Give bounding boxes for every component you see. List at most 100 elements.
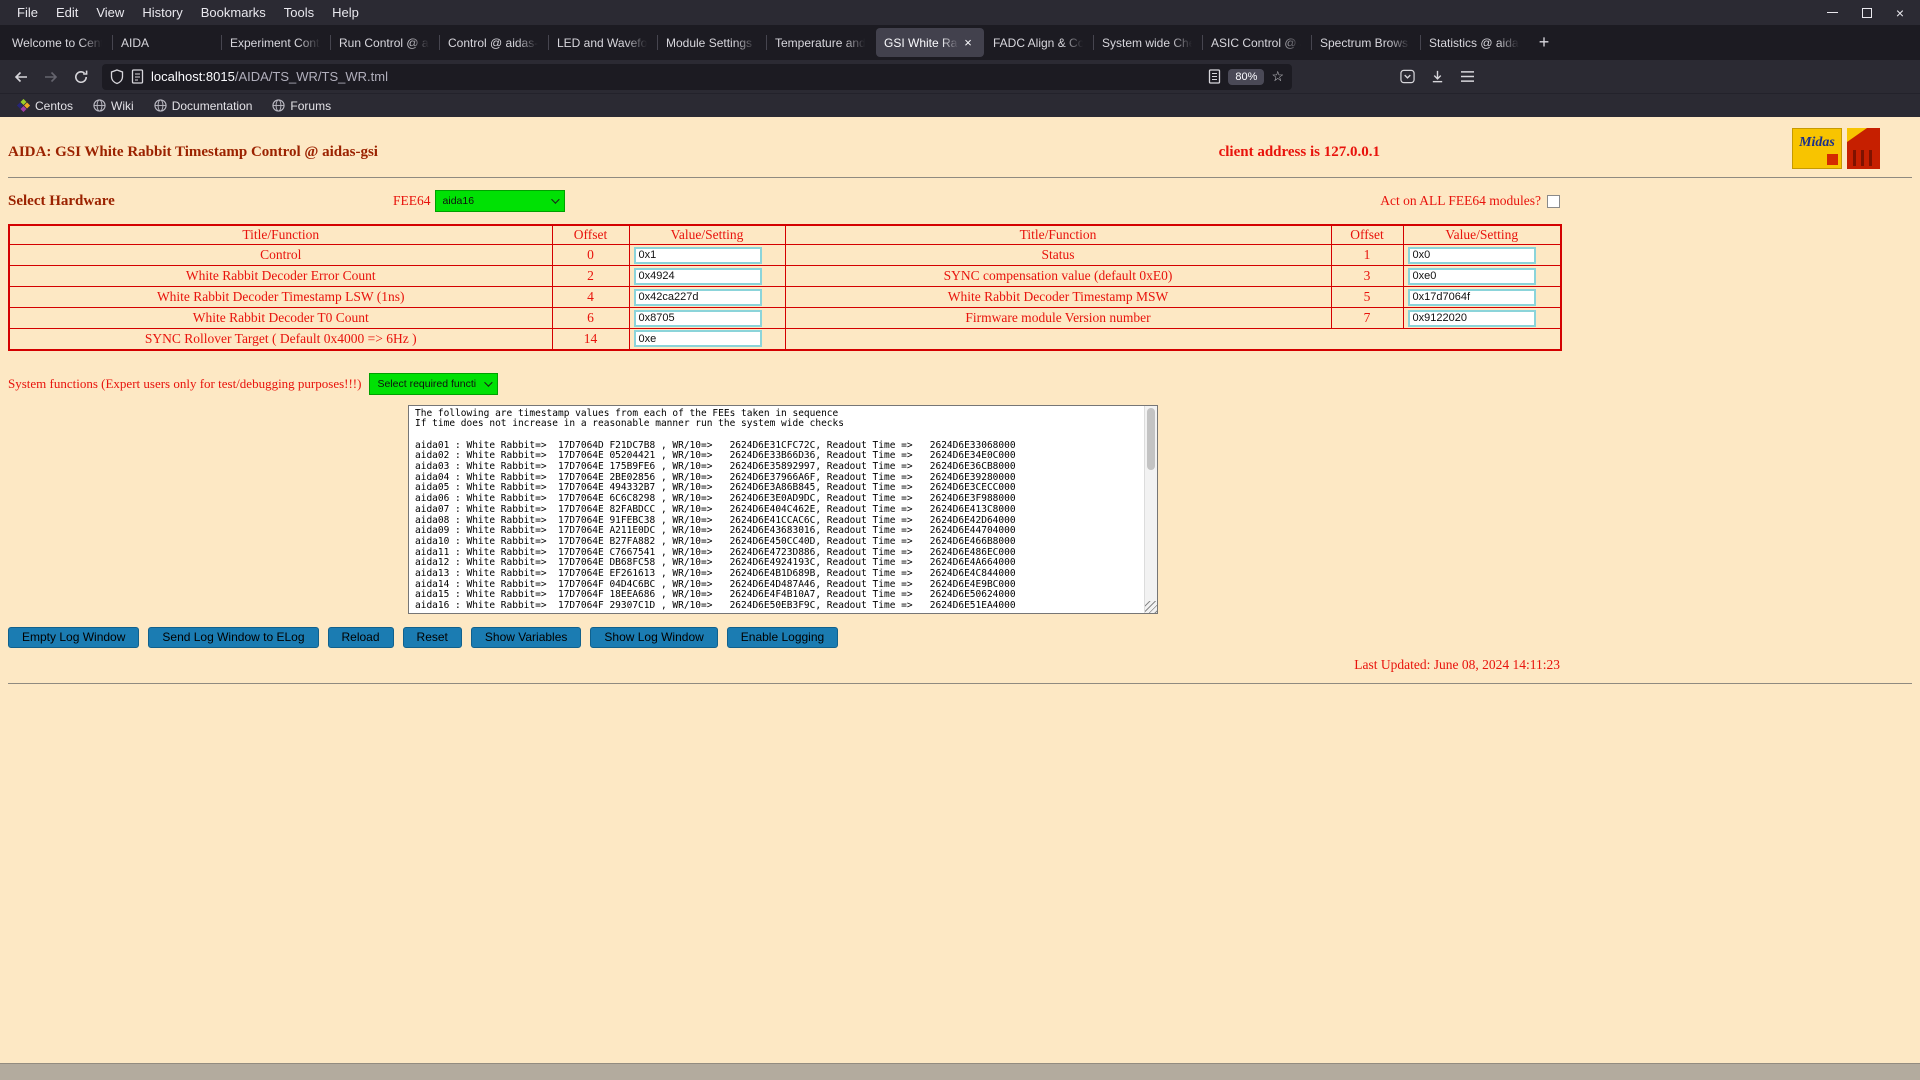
- screen: { "browser": { "menubar": ["File", "Edit…: [0, 0, 1920, 1080]
- register-value-input[interactable]: [1408, 310, 1536, 327]
- reset-button[interactable]: Reset: [403, 627, 462, 648]
- register-value-input[interactable]: [634, 289, 762, 306]
- bookmark-documentation[interactable]: Documentation: [147, 97, 260, 115]
- page-content: AIDA: GSI White Rabbit Timestamp Control…: [0, 117, 1920, 1063]
- show-variables-button[interactable]: Show Variables: [471, 627, 582, 648]
- tab-close-icon[interactable]: ×: [960, 35, 976, 51]
- tab-module-settings[interactable]: Module Settings: [658, 28, 766, 57]
- back-arrow-icon: [13, 69, 29, 85]
- tab-spectrum-browser[interactable]: Spectrum Brows: [1312, 28, 1420, 57]
- forward-button[interactable]: [36, 63, 66, 91]
- tab-control-aidas[interactable]: Control @ aidas-: [440, 28, 548, 57]
- register-offset: 1: [1331, 245, 1403, 266]
- tab-welcome-to-centos[interactable]: Welcome to Cent: [4, 28, 112, 57]
- bookmark-star-icon[interactable]: ☆: [1271, 68, 1284, 85]
- tab-aida[interactable]: AIDA: [113, 28, 221, 57]
- last-updated-text: Last Updated: June 08, 2024 14:11:23: [8, 657, 1560, 673]
- col-value-right: Value/Setting: [1403, 225, 1561, 245]
- tab-fadc-align[interactable]: FADC Align & Co: [985, 28, 1093, 57]
- zoom-level-button[interactable]: 80%: [1228, 69, 1264, 85]
- url-path: /AIDA/TS_WR/TS_WR.tml: [235, 69, 388, 84]
- fee64-select[interactable]: aida16: [435, 190, 565, 212]
- bookmark-centos[interactable]: Centos: [10, 97, 80, 115]
- register-empty-cell: [785, 329, 1561, 350]
- send-log-to-elog-button[interactable]: Send Log Window to ELog: [148, 627, 318, 648]
- register-title: Status: [785, 245, 1331, 266]
- app-menu-button[interactable]: [1452, 63, 1482, 91]
- register-offset: 3: [1331, 266, 1403, 287]
- close-window-button[interactable]: ×: [1896, 8, 1904, 18]
- navigation-toolbar: localhost:8015/AIDA/TS_WR/TS_WR.tml 80% …: [0, 60, 1920, 93]
- register-title: SYNC Rollover Target ( Default 0x4000 =>…: [9, 329, 552, 350]
- log-scrollbar-thumb[interactable]: [1147, 408, 1155, 470]
- register-row: White Rabbit Decoder Timestamp LSW (1ns)…: [9, 287, 1561, 308]
- menu-view[interactable]: View: [87, 2, 133, 23]
- reload-page-button[interactable]: Reload: [328, 627, 394, 648]
- back-button[interactable]: [6, 63, 36, 91]
- menu-bookmarks[interactable]: Bookmarks: [192, 2, 275, 23]
- shield-icon: [110, 69, 124, 85]
- url-bar[interactable]: localhost:8015/AIDA/TS_WR/TS_WR.tml 80% …: [102, 64, 1292, 90]
- pocket-button[interactable]: [1392, 63, 1422, 91]
- register-value-input[interactable]: [1408, 268, 1536, 285]
- act-all-checkbox[interactable]: [1547, 195, 1560, 208]
- register-value-input[interactable]: [634, 268, 762, 285]
- download-icon: [1430, 69, 1445, 84]
- maximize-button[interactable]: [1862, 8, 1872, 18]
- new-tab-button[interactable]: +: [1530, 30, 1558, 56]
- downloads-button[interactable]: [1422, 63, 1452, 91]
- url-text[interactable]: localhost:8015/AIDA/TS_WR/TS_WR.tml: [151, 69, 1201, 84]
- register-value-input[interactable]: [1408, 289, 1536, 306]
- act-all-group: Act on ALL FEE64 modules?: [1380, 193, 1560, 209]
- show-log-window-button[interactable]: Show Log Window: [590, 627, 717, 648]
- menu-history[interactable]: History: [133, 2, 191, 23]
- fee64-label: FEE64: [393, 193, 431, 209]
- enable-logging-button[interactable]: Enable Logging: [727, 627, 838, 648]
- tab-statistics[interactable]: Statistics @ aidas: [1421, 28, 1529, 57]
- tab-led-and-waveform[interactable]: LED and Wavefor: [549, 28, 657, 57]
- tab-bar: Welcome to Cent AIDA Experiment Contr Ru…: [0, 25, 1920, 60]
- header-divider: [8, 177, 1912, 178]
- url-host: localhost:8015: [151, 69, 235, 84]
- menu-tools[interactable]: Tools: [275, 2, 323, 23]
- system-functions-row: System functions (Expert users only for …: [8, 373, 1912, 395]
- register-value-input[interactable]: [634, 310, 762, 327]
- register-row: SYNC Rollover Target ( Default 0x4000 =>…: [9, 329, 1561, 350]
- window-controls: ×: [1827, 8, 1920, 18]
- menu-help[interactable]: Help: [323, 2, 368, 23]
- reader-mode-icon[interactable]: [1208, 69, 1221, 84]
- tab-temperature[interactable]: Temperature and: [767, 28, 875, 57]
- log-content: The following are timestamp values from …: [409, 406, 1145, 613]
- system-function-select[interactable]: Select required function: [369, 373, 498, 395]
- tab-system-wide-checks[interactable]: System wide Che: [1094, 28, 1202, 57]
- register-offset: 0: [552, 245, 629, 266]
- register-offset: 4: [552, 287, 629, 308]
- col-offset-right: Offset: [1331, 225, 1403, 245]
- bookmark-forums[interactable]: Forums: [265, 97, 338, 115]
- facility-logo: [1847, 128, 1880, 169]
- tab-experiment-control[interactable]: Experiment Contr: [222, 28, 330, 57]
- act-all-label: Act on ALL FEE64 modules?: [1380, 193, 1541, 209]
- log-textarea[interactable]: The following are timestamp values from …: [408, 405, 1158, 614]
- reload-button[interactable]: [66, 63, 96, 91]
- empty-log-window-button[interactable]: Empty Log Window: [8, 627, 139, 648]
- textarea-resize-grip-icon[interactable]: [1145, 601, 1157, 613]
- col-title-right: Title/Function: [785, 225, 1331, 245]
- log-scrollbar[interactable]: [1144, 406, 1157, 613]
- register-value-input[interactable]: [634, 330, 762, 347]
- page-title: AIDA: GSI White Rabbit Timestamp Control…: [8, 144, 378, 161]
- tab-run-control[interactable]: Run Control @ ai: [331, 28, 439, 57]
- select-hardware-row: Select Hardware FEE64 aida16 Act on ALL …: [8, 190, 1560, 214]
- minimize-button[interactable]: [1827, 12, 1838, 13]
- register-title: SYNC compensation value (default 0xE0): [785, 266, 1331, 287]
- menu-file[interactable]: File: [8, 2, 47, 23]
- register-value-input[interactable]: [634, 247, 762, 264]
- bookmark-wiki[interactable]: Wiki: [86, 97, 141, 115]
- register-value-input[interactable]: [1408, 247, 1536, 264]
- menu-edit[interactable]: Edit: [47, 2, 87, 23]
- tab-asic-control[interactable]: ASIC Control @ a: [1203, 28, 1311, 57]
- tab-gsi-white-rabbit-active[interactable]: GSI White Rabb ×: [876, 28, 984, 57]
- page-info-icon[interactable]: [131, 69, 144, 84]
- select-hardware-label: Select Hardware: [8, 193, 115, 210]
- register-row: White Rabbit Decoder Error Count 2 SYNC …: [9, 266, 1561, 287]
